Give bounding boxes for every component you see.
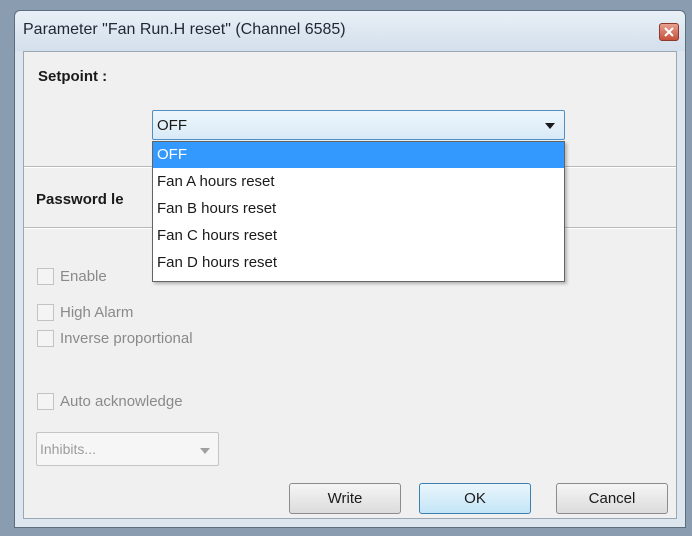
setpoint-dropdown-list: OFF Fan A hours reset Fan B hours reset … bbox=[152, 141, 565, 282]
chevron-down-icon bbox=[545, 123, 555, 129]
auto-acknowledge-label: Auto acknowledge bbox=[60, 393, 183, 410]
cancel-button[interactable]: Cancel bbox=[556, 483, 668, 514]
dialog-window: Parameter "Fan Run.H reset" (Channel 658… bbox=[14, 10, 686, 528]
dropdown-option-fan-c[interactable]: Fan C hours reset bbox=[153, 223, 564, 249]
inhibits-value: Inhibits... bbox=[40, 441, 97, 457]
close-button[interactable] bbox=[659, 23, 679, 41]
title-bar: Parameter "Fan Run.H reset" (Channel 658… bbox=[15, 11, 685, 51]
dialog-body: Setpoint : OFF OFF Fan A hours reset Fan… bbox=[23, 51, 677, 519]
checkbox-box bbox=[37, 304, 54, 321]
checkbox-box bbox=[37, 393, 54, 410]
dropdown-option-fan-b[interactable]: Fan B hours reset bbox=[153, 196, 564, 222]
checkbox-box bbox=[37, 268, 54, 285]
high-alarm-label: High Alarm bbox=[60, 304, 134, 321]
window-title: Parameter "Fan Run.H reset" (Channel 658… bbox=[23, 21, 346, 38]
setpoint-label: Setpoint : bbox=[38, 68, 108, 85]
ok-button[interactable]: OK bbox=[419, 483, 531, 514]
setpoint-value: OFF bbox=[157, 117, 187, 134]
chevron-down-icon bbox=[200, 448, 210, 454]
checkbox-box bbox=[37, 330, 54, 347]
setpoint-select[interactable]: OFF bbox=[152, 110, 565, 140]
close-icon bbox=[664, 27, 674, 37]
dropdown-option-fan-d[interactable]: Fan D hours reset bbox=[153, 250, 564, 276]
dropdown-option-fan-a[interactable]: Fan A hours reset bbox=[153, 169, 564, 195]
dropdown-option-off[interactable]: OFF bbox=[153, 142, 564, 168]
inhibits-select[interactable]: Inhibits... bbox=[36, 432, 219, 466]
password-level-label: Password le bbox=[36, 191, 124, 208]
write-button[interactable]: Write bbox=[289, 483, 401, 514]
inverse-proportional-label: Inverse proportional bbox=[60, 330, 193, 347]
enable-label: Enable bbox=[60, 268, 107, 285]
